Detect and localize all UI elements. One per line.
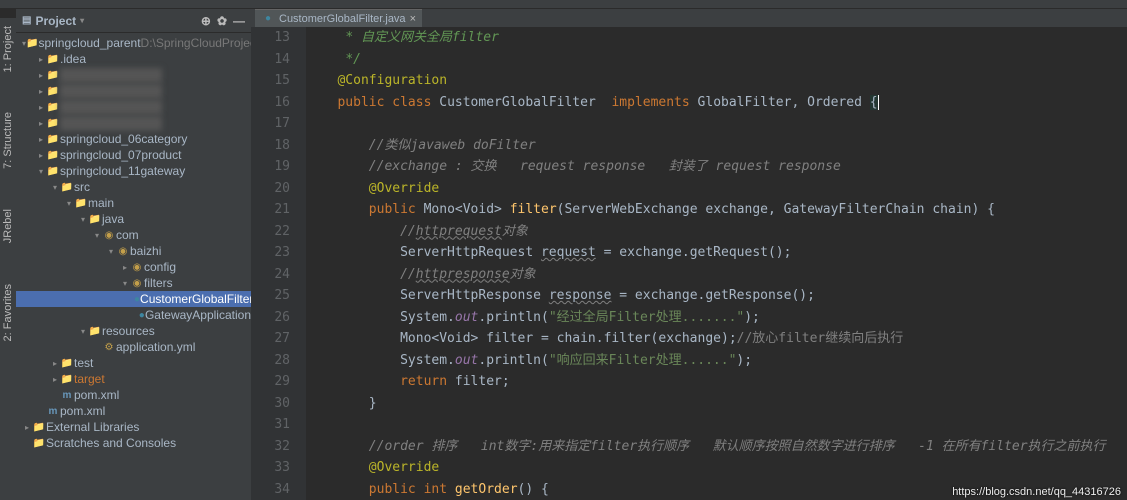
tree-node[interactable]: pom.xml (16, 403, 251, 419)
class-icon (261, 13, 275, 24)
tree-node[interactable]: ▸████████████ (16, 99, 251, 115)
locate-icon[interactable]: ⊕ (201, 14, 211, 28)
tree-node[interactable]: ▸████████████ (16, 67, 251, 83)
tree-node[interactable]: ▸ External Libraries (16, 419, 251, 435)
tree-node[interactable]: ▸████████████ (16, 115, 251, 131)
tab-label: CustomerGlobalFilter.java (279, 13, 406, 25)
tree-node[interactable]: ▾ main (16, 195, 251, 211)
tree-node[interactable]: ▾ src (16, 179, 251, 195)
tree-node[interactable]: ▾ resources (16, 323, 251, 339)
tree-node[interactable]: ▾ filters (16, 275, 251, 291)
vtab-jrebel[interactable]: JRebel (2, 209, 14, 243)
code-pane[interactable]: 1314151617181920212223242526272829303132… (251, 27, 1127, 500)
vtab-project[interactable]: 1: Project (2, 26, 14, 72)
tree-node[interactable]: CustomerGlobalFilter (16, 291, 251, 307)
project-sidebar: ▤ Project ▾ ⊕ ✿ — ▾ springcloud_parent D… (16, 9, 251, 500)
vtab-structure[interactable]: 7: Structure (2, 112, 14, 169)
tree-node[interactable]: ▸ .idea (16, 51, 251, 67)
editor-area: CustomerGlobalFilter.java × 131415161718… (251, 9, 1127, 500)
vertical-toolwindow-tabs[interactable]: 1: Project 7: Structure JRebel 2: Favori… (0, 18, 16, 500)
tree-node[interactable]: ▾ com (16, 227, 251, 243)
tree-node[interactable]: pom.xml (16, 387, 251, 403)
tree-node[interactable]: GatewayApplication (16, 307, 251, 323)
tree-node[interactable]: ▾ springcloud_11gateway (16, 163, 251, 179)
close-icon[interactable]: × (410, 13, 416, 25)
tree-node[interactable]: Scratches and Consoles (16, 435, 251, 451)
tree-node[interactable]: ▾ baizhi (16, 243, 251, 259)
vtab-favorites[interactable]: 2: Favorites (2, 284, 14, 341)
tree-node[interactable]: application.yml (16, 339, 251, 355)
editor-tabs: CustomerGlobalFilter.java × (251, 9, 1127, 27)
tree-node[interactable]: ▾ java (16, 211, 251, 227)
tree-node[interactable]: ▸ config (16, 259, 251, 275)
tree-node[interactable]: ▸ test (16, 355, 251, 371)
sidebar-header: ▤ Project ▾ ⊕ ✿ — (16, 9, 251, 33)
top-toolbar (0, 0, 1127, 9)
tree-node[interactable]: ▸ springcloud_06category (16, 131, 251, 147)
tree-node[interactable]: ▸████████████ (16, 83, 251, 99)
tab-file[interactable]: CustomerGlobalFilter.java × (255, 9, 422, 27)
minimize-icon[interactable]: — (233, 14, 245, 28)
tree-node[interactable]: ▸ springcloud_07product (16, 147, 251, 163)
watermark: https://blog.csdn.net/qq_44316726 (952, 486, 1121, 498)
tree-node[interactable]: ▾ springcloud_parent D:\SpringCloudProje… (16, 35, 251, 51)
sidebar-title[interactable]: ▤ Project ▾ (22, 14, 84, 28)
project-tree[interactable]: ▾ springcloud_parent D:\SpringCloudProje… (16, 33, 251, 500)
gear-icon[interactable]: ✿ (217, 14, 227, 28)
tree-node[interactable]: ▸ target (16, 371, 251, 387)
